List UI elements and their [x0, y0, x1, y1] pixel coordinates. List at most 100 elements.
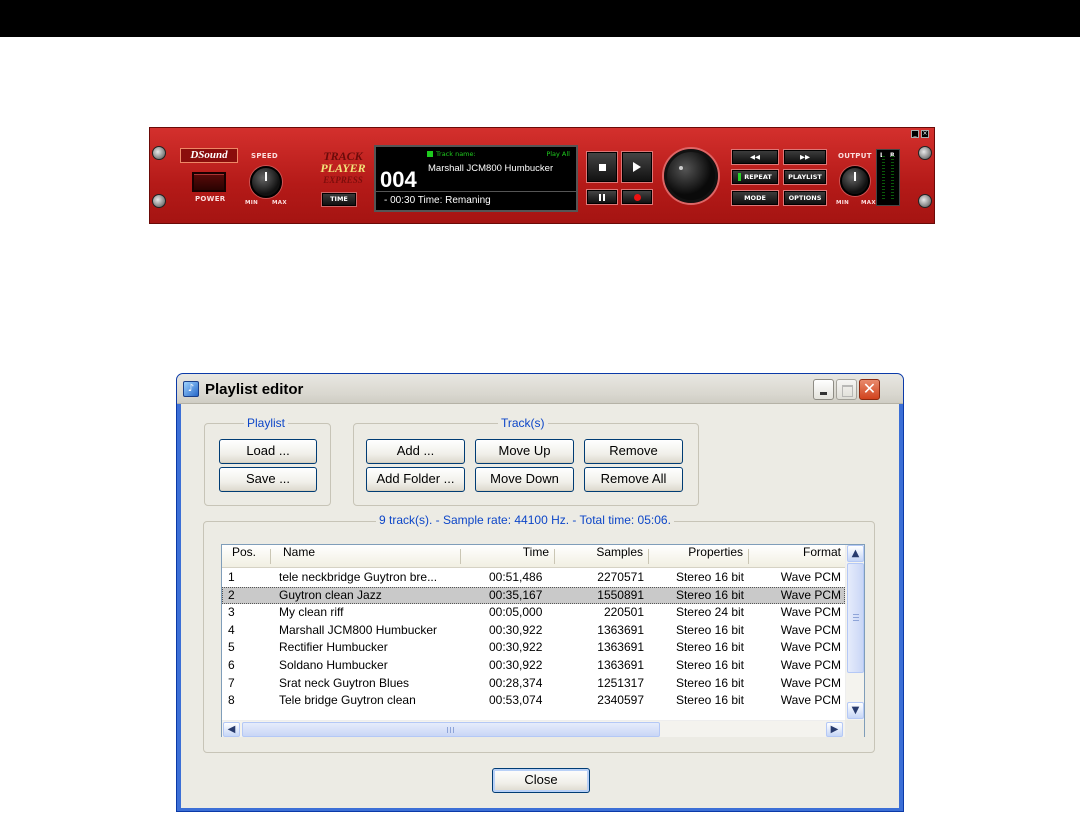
- table-row[interactable]: 1 tele neckbridge Guytron bre... 00:51,486…: [222, 569, 845, 587]
- cell-format: Wave PCM: [780, 622, 841, 637]
- cell-format: Wave PCM: [780, 693, 841, 708]
- time-button[interactable]: TIME: [322, 193, 356, 206]
- cell-pos: 5: [228, 640, 235, 655]
- tracks-group: Track(s) Add ... Move Up Remove Add Fold…: [353, 416, 699, 506]
- cell-properties: Stereo 24 bit: [675, 605, 744, 620]
- cell-name: Tele bridge Guytron clean: [279, 693, 416, 708]
- column-samples[interactable]: Samples: [555, 545, 647, 567]
- remove-button[interactable]: Remove: [584, 439, 683, 464]
- track-display: Track name: Play All 004 Marshall JCM800…: [374, 145, 578, 212]
- title-bar[interactable]: ♪ Playlist editor ✕: [177, 374, 903, 404]
- cell-name: Rectifier Humbucker: [279, 640, 388, 655]
- track-player: DSound POWER SPEED MIN MAX TRACK PLAYER …: [149, 127, 935, 224]
- vertical-scroll-thumb[interactable]: [847, 563, 864, 673]
- speed-label: SPEED: [251, 152, 279, 160]
- table-row[interactable]: 8 Tele bridge Guytron clean 00:53,074 23405…: [222, 692, 845, 710]
- repeat-button[interactable]: REPEAT: [732, 170, 778, 184]
- add-button[interactable]: Add ...: [366, 439, 465, 464]
- power-button[interactable]: [192, 172, 226, 192]
- play-mode-label: Play All: [546, 150, 570, 158]
- remove-all-button[interactable]: Remove All: [584, 467, 683, 492]
- scroll-down-icon[interactable]: ▼: [847, 702, 864, 719]
- jog-dial[interactable]: [664, 149, 718, 203]
- speed-max-label: MAX: [272, 200, 287, 206]
- output-min-label: MIN: [836, 200, 850, 206]
- cell-format: Wave PCM: [780, 675, 841, 690]
- cell-name: Marshall JCM800 Humbucker: [279, 622, 438, 637]
- table-row[interactable]: 5 Rectifier Humbucker 00:30,922 1363691 Ster…: [222, 639, 845, 657]
- cell-properties: Stereo 16 bit: [675, 570, 744, 584]
- horizontal-scroll-thumb[interactable]: [242, 722, 660, 737]
- cell-format: Wave PCM: [780, 657, 841, 672]
- screw-icon: [152, 146, 166, 160]
- column-name[interactable]: Name: [279, 545, 319, 567]
- list-header: Pos. Name Time Samples Properties Format: [222, 545, 845, 568]
- cell-properties: Stereo 16 bit: [675, 640, 744, 655]
- playlist-group: Playlist Load ... Save ...: [204, 416, 331, 506]
- cell-name: Guytron clean Jazz: [279, 587, 382, 602]
- cell-samples: 1363691: [597, 657, 644, 672]
- cell-samples: 1550891: [597, 587, 644, 602]
- close-window-button[interactable]: ✕: [859, 379, 880, 400]
- column-format[interactable]: Format: [749, 545, 845, 567]
- play-button[interactable]: [622, 152, 652, 182]
- maximize-button[interactable]: [836, 379, 857, 400]
- scroll-left-icon[interactable]: ◀: [223, 722, 240, 737]
- vertical-scrollbar[interactable]: ▲ ▼: [845, 545, 864, 720]
- track-name-label: Track name:: [436, 150, 476, 158]
- column-properties[interactable]: Properties: [649, 545, 747, 567]
- minimize-button[interactable]: [813, 379, 834, 400]
- cell-pos: 3: [228, 605, 235, 620]
- playlist-button[interactable]: PLAYLIST: [784, 170, 826, 184]
- cell-samples: 1251317: [597, 675, 644, 690]
- scroll-up-icon[interactable]: ▲: [847, 545, 864, 562]
- track-rows: 1 tele neckbridge Guytron bre... 00:51,486…: [222, 569, 845, 710]
- close-icon[interactable]: ×: [921, 130, 929, 138]
- table-row[interactable]: 3 My clean riff 00:05,000 220501 Stereo 24 b…: [222, 604, 845, 622]
- close-button[interactable]: Close: [492, 768, 590, 793]
- forward-button[interactable]: ▶▶: [784, 150, 826, 164]
- speed-knob[interactable]: [250, 166, 282, 198]
- move-up-button[interactable]: Move Up: [475, 439, 574, 464]
- brand-logo: DSound: [180, 148, 238, 163]
- cell-pos: 2: [228, 587, 235, 602]
- playlist-group-label: Playlist: [244, 416, 289, 430]
- table-row[interactable]: 2 Guytron clean Jazz 00:35,167 1550891 Stere…: [222, 586, 845, 605]
- options-button[interactable]: OPTIONS: [784, 191, 826, 205]
- move-down-button[interactable]: Move Down: [475, 467, 574, 492]
- minimize-icon[interactable]: _: [911, 130, 919, 138]
- record-button[interactable]: [622, 190, 652, 204]
- pause-button[interactable]: [587, 190, 617, 204]
- load-button[interactable]: Load ...: [219, 439, 317, 464]
- repeat-led: [738, 173, 742, 181]
- cell-format: Wave PCM: [780, 640, 841, 655]
- cell-name: Srat neck Guytron Blues: [279, 675, 410, 690]
- add-folder-button[interactable]: Add Folder ...: [366, 467, 465, 492]
- table-row[interactable]: 6 Soldano Humbucker 00:30,922 1363691 Stereo…: [222, 657, 845, 675]
- rewind-button[interactable]: ◀◀: [732, 150, 778, 164]
- screw-icon: [152, 194, 166, 208]
- cell-properties: Stereo 16 bit: [675, 587, 744, 602]
- cell-name: tele neckbridge Guytron bre...: [279, 570, 438, 584]
- column-time[interactable]: Time: [461, 545, 553, 567]
- save-button[interactable]: Save ...: [219, 467, 317, 492]
- table-row[interactable]: 4 Marshall JCM800 Humbucker 00:30,922 13636…: [222, 622, 845, 640]
- playlist-summary: 9 track(s). - Sample rate: 44100 Hz. - T…: [376, 513, 674, 527]
- cell-pos: 8: [228, 693, 235, 708]
- mode-button[interactable]: MODE: [732, 191, 778, 205]
- stop-button[interactable]: [587, 152, 617, 182]
- track-list[interactable]: Pos. Name Time Samples Properties Format…: [221, 544, 865, 737]
- pause-icon: [599, 193, 605, 201]
- cell-pos: 1: [228, 570, 235, 584]
- scroll-right-icon[interactable]: ▶: [826, 722, 843, 737]
- output-knob[interactable]: [840, 166, 870, 196]
- horizontal-scrollbar[interactable]: ◀ ▶: [222, 720, 845, 737]
- cell-pos: 4: [228, 622, 235, 637]
- record-icon: [633, 193, 641, 201]
- track-title: Marshall JCM800 Humbucker: [428, 163, 554, 174]
- table-row[interactable]: 7 Srat neck Guytron Blues 00:28,374 1251317…: [222, 675, 845, 693]
- cell-properties: Stereo 16 bit: [675, 675, 744, 690]
- cell-samples: 2270571: [597, 570, 644, 584]
- cell-name: Soldano Humbucker: [279, 657, 388, 672]
- column-pos[interactable]: Pos.: [228, 545, 260, 567]
